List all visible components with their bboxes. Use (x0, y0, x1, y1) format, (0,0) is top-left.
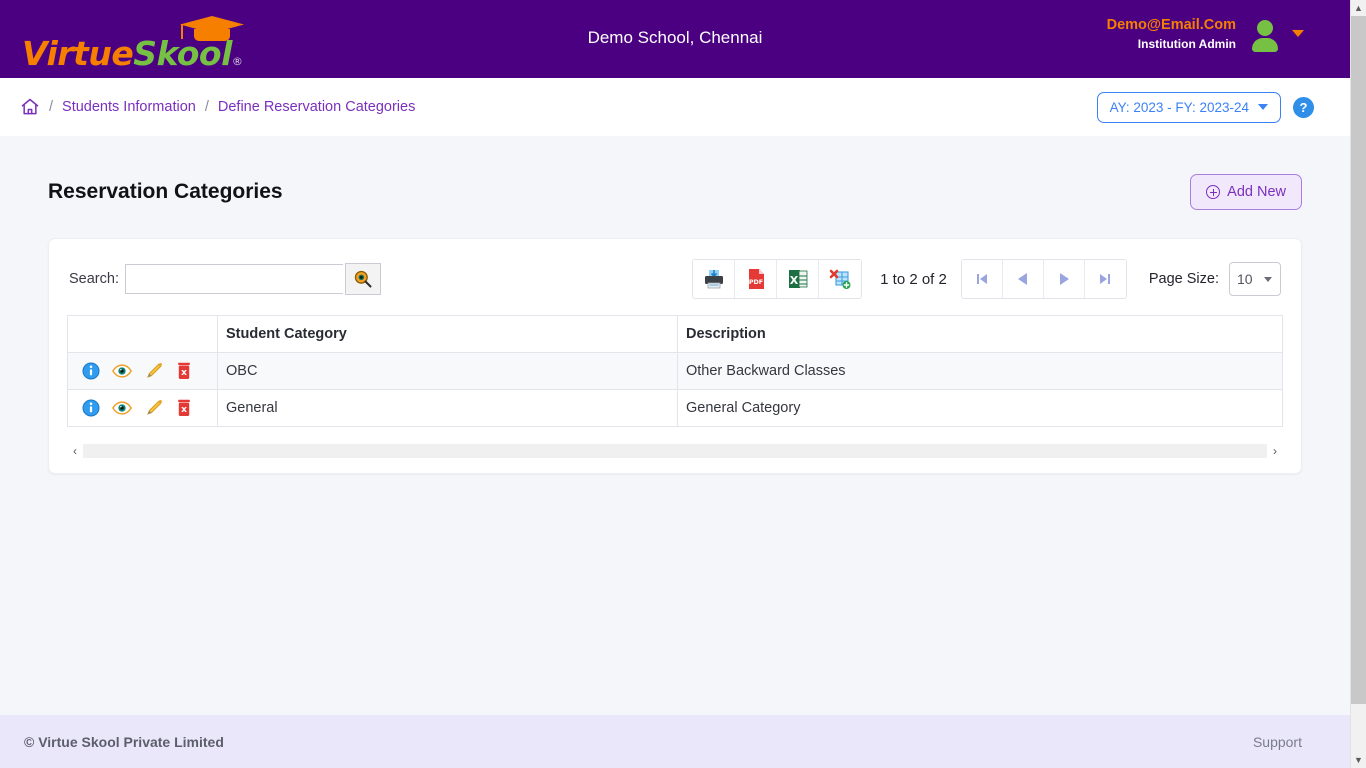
svg-text:x: x (181, 405, 187, 415)
print-button[interactable] (693, 260, 736, 298)
search-group: Search: (69, 263, 381, 295)
export-template-button[interactable] (819, 260, 862, 298)
breadcrumb-separator-2: / (204, 99, 209, 115)
breadcrumb-item-define-reservation-categories[interactable]: Define Reservation Categories (218, 99, 415, 115)
page-title: Reservation Categories (48, 180, 283, 203)
main-content: Reservation Categories Add New Search: P… (0, 136, 1350, 715)
info-icon[interactable] (82, 362, 100, 380)
cell-description: General Category (677, 389, 1283, 427)
footer: © Virtue Skool Private Limited Support (0, 715, 1350, 768)
row-action-icons: x (82, 361, 209, 381)
user-email: Demo@Email.Com (1106, 17, 1236, 33)
excel-icon: X (788, 270, 808, 288)
add-new-button[interactable]: Add New (1190, 174, 1302, 210)
table-row[interactable]: x General General Category (67, 389, 1283, 427)
help-icon[interactable]: ? (1293, 96, 1314, 118)
page-size-label: Page Size: (1148, 271, 1219, 287)
avatar-icon[interactable] (1250, 19, 1280, 52)
excel-button[interactable]: X (777, 260, 820, 298)
cell-student-category: OBC (217, 352, 678, 390)
page-header: Reservation Categories Add New (48, 174, 1302, 210)
academic-year-select[interactable]: AY: 2023 - FY: 2023-24 (1096, 91, 1281, 123)
breadcrumb-separator-1: / (49, 99, 54, 115)
prev-page-button[interactable] (1002, 260, 1044, 298)
user-text: Demo@Email.Com Institution Admin (1107, 16, 1236, 52)
row-actions-cell: x (67, 389, 218, 427)
magnifier-icon (354, 270, 372, 288)
column-header-description: Description (677, 315, 1283, 353)
table-head: Student Category Description (67, 315, 1283, 353)
last-page-button[interactable] (1084, 260, 1126, 298)
breadcrumb-bar: / Students Information / Define Reservat… (0, 78, 1350, 136)
plus-circle-icon (1206, 185, 1221, 199)
delete-icon[interactable]: x (176, 399, 192, 417)
footer-copyright: © Virtue Skool Private Limited (24, 733, 224, 750)
breadcrumb-item-students-information[interactable]: Students Information (62, 99, 196, 115)
svg-text:X: X (789, 274, 798, 287)
reservation-categories-card: Search: PDF X 1 to 2 of 2 Page Size: 10 … (48, 238, 1302, 474)
page-size-select-wrap: 10 (1229, 262, 1281, 296)
svg-text:x: x (181, 368, 187, 378)
last-page-icon (1100, 274, 1111, 284)
chevron-down-icon[interactable] (1292, 30, 1304, 38)
print-icon (704, 270, 723, 289)
reservation-categories-table: Student Category Description x OBC Other… (67, 315, 1283, 427)
cell-description: Other Backward Classes (677, 352, 1283, 390)
user-menu[interactable]: Demo@Email.Com Institution Admin (1107, 16, 1304, 52)
next-page-button[interactable] (1043, 260, 1085, 298)
academic-year-value: AY: 2023 - FY: 2023-24 (1109, 99, 1249, 115)
user-role: Institution Admin (1137, 36, 1236, 51)
scroll-track[interactable] (83, 444, 1267, 458)
academic-year-area: AY: 2023 - FY: 2023-24 ? (1096, 91, 1314, 123)
pdf-icon: PDF (748, 269, 764, 289)
view-icon[interactable] (112, 363, 132, 379)
edit-icon[interactable] (144, 398, 164, 418)
row-action-icons: x (82, 398, 209, 418)
export-template-icon (829, 269, 851, 289)
view-icon[interactable] (112, 400, 132, 416)
cell-student-category: General (217, 389, 678, 427)
column-header-student-category: Student Category (217, 315, 678, 353)
scroll-left-icon[interactable]: ‹ (67, 443, 83, 459)
browser-viewport: VirtueSkool® Demo School, Chennai Demo@E… (0, 0, 1366, 768)
edit-icon[interactable] (144, 361, 164, 381)
grid-tools: PDF X 1 to 2 of 2 Page Size: 10 (692, 259, 1281, 299)
prev-page-icon (1017, 273, 1027, 285)
table-row[interactable]: x OBC Other Backward Classes (67, 352, 1283, 390)
search-label: Search: (69, 271, 119, 287)
search-input[interactable] (124, 264, 343, 294)
chevron-down-icon (1258, 104, 1268, 110)
row-actions-cell: x (67, 352, 218, 390)
pdf-button[interactable]: PDF (735, 260, 778, 298)
browser-vertical-scrollbar[interactable]: ▲ ▼ (1350, 0, 1366, 768)
first-page-icon (976, 274, 987, 284)
scroll-up-icon[interactable]: ▲ (1351, 0, 1366, 16)
table-body: x OBC Other Backward Classes x General G… (67, 352, 1283, 427)
search-button[interactable] (344, 263, 381, 295)
delete-icon[interactable]: x (176, 362, 192, 380)
page-info: 1 to 2 of 2 (880, 270, 947, 288)
footer-support-link[interactable]: Support (1253, 734, 1302, 750)
svg-text:PDF: PDF (748, 278, 762, 286)
info-icon[interactable] (82, 399, 100, 417)
scroll-right-icon[interactable]: › (1267, 443, 1283, 459)
column-header-actions (67, 315, 218, 353)
pagination (960, 259, 1127, 299)
page-size-select[interactable]: 10 (1229, 262, 1281, 296)
browser-scroll-thumb[interactable] (1351, 16, 1366, 704)
scroll-down-icon[interactable]: ▼ (1351, 752, 1366, 768)
first-page-button[interactable] (961, 260, 1003, 298)
table-horizontal-scrollbar[interactable]: ‹ › (67, 443, 1283, 459)
breadcrumb: / Students Information / Define Reservat… (20, 97, 415, 117)
grid-toolbar: Search: PDF X 1 to 2 of 2 Page Size: 10 (67, 259, 1283, 299)
add-new-label: Add New (1227, 184, 1286, 200)
next-page-icon (1059, 273, 1069, 285)
app-page: VirtueSkool® Demo School, Chennai Demo@E… (0, 0, 1350, 768)
export-buttons: PDF X (692, 259, 863, 299)
table-header-row: Student Category Description (67, 315, 1283, 353)
top-header-bar: VirtueSkool® Demo School, Chennai Demo@E… (0, 0, 1350, 78)
home-icon[interactable] (20, 97, 40, 117)
registered-mark: ® (231, 55, 243, 68)
